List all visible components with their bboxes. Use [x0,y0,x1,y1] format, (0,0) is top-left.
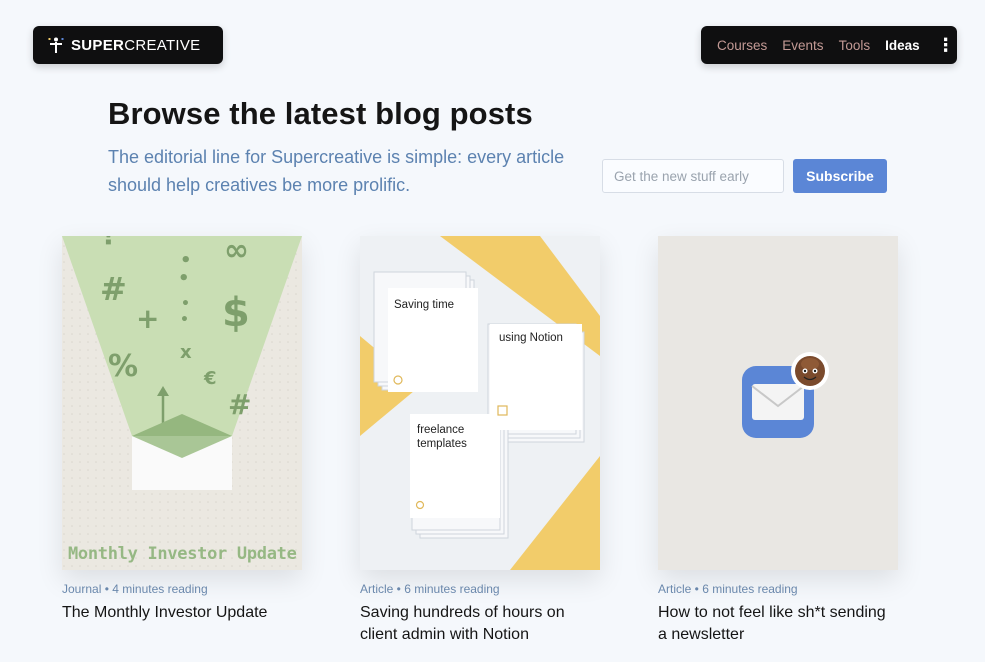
svg-text:•: • [180,312,189,328]
nav-item-courses[interactable]: Courses [717,38,767,53]
post-meta: Article • 6 minutes reading [360,582,500,596]
nav-item-events[interactable]: Events [782,38,823,53]
investor-illustration: ! ∞ • • # • • $ + % x € # [62,236,302,570]
thumbnail-label: Monthly Investor Update [68,544,297,564]
svg-text:$: $ [222,290,250,336]
subscribe-button[interactable]: Subscribe [793,159,887,193]
note-saving-time: Saving time [394,299,455,311]
post-meta: Article • 6 minutes reading [658,582,798,596]
nav-item-tools[interactable]: Tools [839,38,871,53]
brand-name-light: CREATIVE [124,36,201,54]
brand-logo[interactable]: SUPER CREATIVE [33,26,223,64]
svg-text:!: ! [102,236,115,251]
newsletter-illustration [658,236,898,570]
svg-text:+: + [136,302,159,335]
svg-text:#: # [100,270,127,308]
svg-text:∞: ∞ [224,236,249,268]
notion-illustration [360,236,600,570]
svg-text:•: • [178,268,190,289]
svg-text:#: # [228,388,251,421]
svg-text:x: x [180,342,192,363]
note-using-notion: using Notion [499,332,563,344]
post-card-notion[interactable]: Saving time using Notion freelance templ… [360,236,600,646]
post-card-investor-update[interactable]: ! ∞ • • # • • $ + % x € # Monthly Invest… [62,236,302,624]
post-title[interactable]: Saving hundreds of hours on client admin… [360,602,600,646]
post-thumbnail[interactable]: ! ∞ • • # • • $ + % x € # Monthly Invest… [62,236,302,570]
post-title[interactable]: How to not feel like sh*t sending a news… [658,602,898,646]
nav-item-ideas[interactable]: Ideas [885,38,920,53]
page-title: Browse the latest blog posts [108,96,533,131]
post-meta: Journal • 4 minutes reading [62,582,208,596]
svg-text:%: % [108,349,138,384]
email-field[interactable] [602,159,784,193]
svg-text:•: • [181,296,190,312]
post-title[interactable]: The Monthly Investor Update [62,602,302,624]
post-thumbnail[interactable]: Saving time using Notion freelance templ… [360,236,600,570]
svg-text:€: € [203,368,217,389]
note-freelance-templates: freelance templates [417,424,467,450]
brand-mark-icon [48,37,64,53]
post-card-newsletter[interactable]: Article • 6 minutes reading How to not f… [658,236,898,646]
top-nav: Courses Events Tools Ideas ⋮ [701,26,957,64]
page-subtitle: The editorial line for Supercreative is … [108,147,565,195]
post-thumbnail[interactable] [658,236,898,570]
poop-emoji-icon [791,352,829,390]
brand-name-bold: SUPER [71,36,125,54]
more-vertical-icon[interactable]: ⋮ [937,36,955,54]
